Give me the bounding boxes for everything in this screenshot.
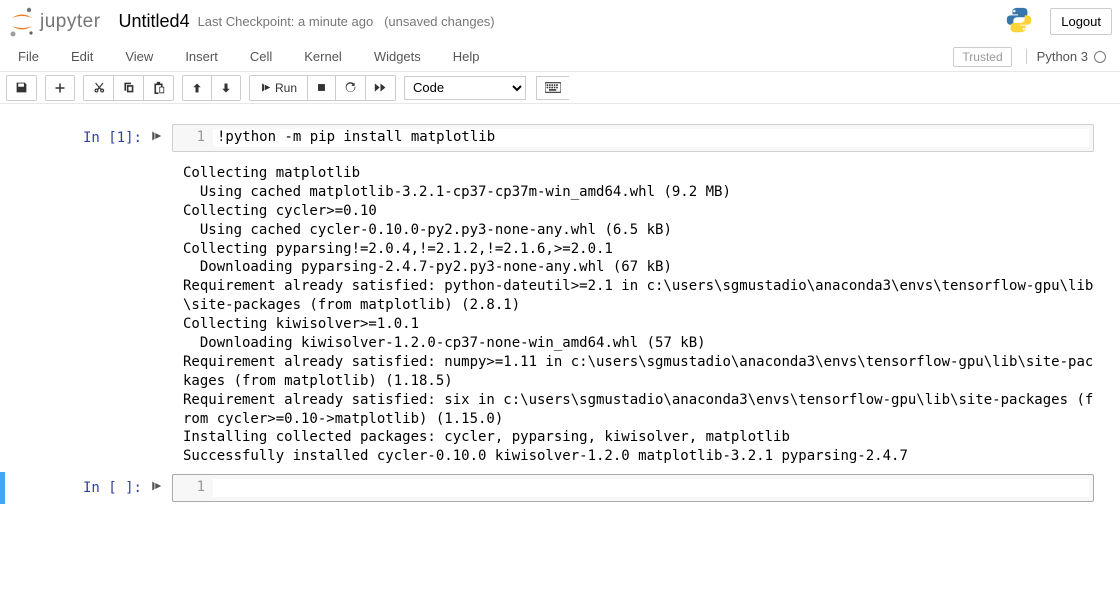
copy-cell-button[interactable] — [114, 76, 144, 100]
command-palette-button[interactable] — [536, 76, 569, 100]
menu-edit[interactable]: Edit — [61, 45, 103, 68]
restart-kernel-button[interactable] — [336, 76, 366, 100]
plus-icon — [54, 82, 66, 94]
notebook-name[interactable]: Untitled4 — [119, 11, 190, 32]
save-icon — [15, 81, 28, 94]
line-number: 1 — [177, 479, 213, 497]
insert-cell-below-button[interactable] — [46, 76, 74, 100]
restart-run-all-button[interactable] — [366, 76, 395, 100]
menu-widgets[interactable]: Widgets — [364, 45, 431, 68]
code-text[interactable]: !python -m pip install matplotlib — [213, 129, 1089, 147]
fast-forward-icon — [374, 82, 387, 93]
input-prompt: In [ ]: — [83, 480, 142, 496]
arrow-up-icon — [191, 82, 203, 94]
jupyter-logo[interactable]: jupyter — [8, 7, 101, 37]
run-cell-button[interactable]: Run — [250, 76, 308, 100]
arrow-down-icon — [220, 82, 232, 94]
paste-icon — [152, 81, 165, 94]
run-icon — [260, 82, 271, 93]
scissors-icon — [92, 81, 105, 94]
menu-help[interactable]: Help — [443, 45, 490, 68]
menu-cell[interactable]: Cell — [240, 45, 282, 68]
copy-icon — [122, 81, 135, 94]
trusted-indicator[interactable]: Trusted — [953, 47, 1011, 67]
input-prompt: In [1]: — [83, 130, 142, 146]
cut-cell-button[interactable] — [84, 76, 114, 100]
interrupt-kernel-button[interactable] — [308, 76, 336, 100]
code-input-area[interactable]: 1 !python -m pip install matplotlib — [172, 124, 1094, 152]
code-cell[interactable]: In [ ]: 1 — [0, 472, 1120, 504]
run-this-cell-icon[interactable] — [150, 474, 172, 502]
code-cell[interactable]: In [1]: 1 !python -m pip install matplot… — [0, 122, 1120, 154]
kernel-indicator[interactable]: Python 3 — [1026, 49, 1112, 64]
cell-type-select[interactable]: Code — [404, 76, 526, 100]
run-this-cell-icon[interactable] — [150, 124, 172, 152]
paste-cell-button[interactable] — [144, 76, 173, 100]
checkpoint-status: Last Checkpoint: a minute ago (unsaved c… — [198, 14, 495, 29]
logout-button[interactable]: Logout — [1050, 8, 1112, 35]
menu-view[interactable]: View — [115, 45, 163, 68]
stop-icon — [316, 82, 327, 93]
menu-kernel[interactable]: Kernel — [294, 45, 352, 68]
move-cell-up-button[interactable] — [183, 76, 212, 100]
menu-file[interactable]: File — [8, 45, 49, 68]
code-text[interactable] — [213, 479, 1089, 497]
code-input-area[interactable]: 1 — [172, 474, 1094, 502]
move-cell-down-button[interactable] — [212, 76, 240, 100]
menu-insert[interactable]: Insert — [175, 45, 228, 68]
jupyter-brand-text: jupyter — [40, 11, 101, 33]
line-number: 1 — [177, 129, 213, 147]
python-logo-icon — [1004, 5, 1034, 38]
save-button[interactable] — [7, 76, 36, 100]
cell-output: Collecting matplotlib Using cached matpl… — [167, 158, 1120, 472]
refresh-icon — [344, 81, 357, 94]
kernel-idle-icon — [1094, 51, 1106, 63]
keyboard-icon — [545, 82, 561, 93]
